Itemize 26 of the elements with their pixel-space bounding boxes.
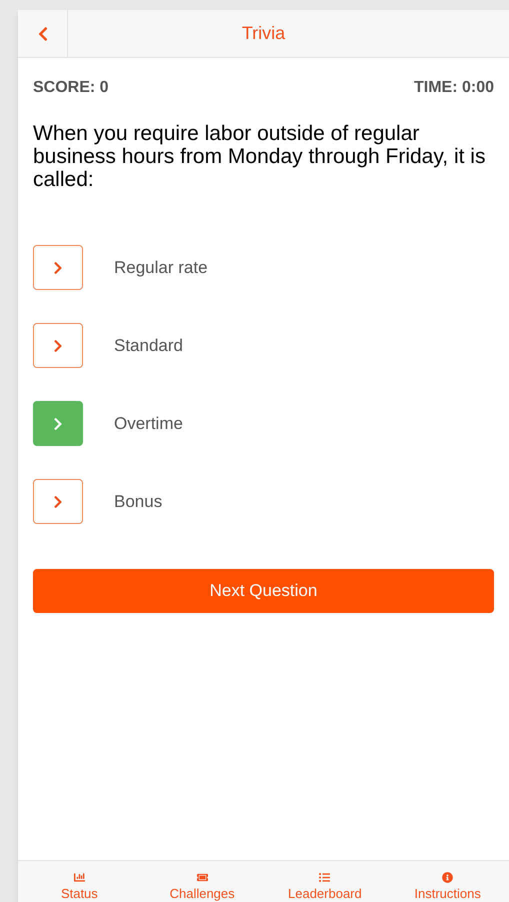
question-text: When you require labor outside of regular business hours from Monday through Friday, it is called: xyxy=(32,121,486,191)
time-label: TIME: 0:00 xyxy=(414,78,494,98)
answer-button[interactable] xyxy=(33,479,83,524)
chevron-icon xyxy=(53,338,63,352)
answer-label: Overtime xyxy=(114,412,183,435)
tab-item[interactable]: Status xyxy=(18,861,141,902)
ticket-icon xyxy=(196,872,208,883)
answer-button[interactable] xyxy=(33,245,83,290)
answer-label: Bonus xyxy=(114,490,162,513)
tab-item[interactable]: Leaderboard xyxy=(264,861,386,902)
answer-label: Regular rate xyxy=(114,256,208,279)
score-label: SCORE: 0 xyxy=(33,78,109,98)
bar-chart-icon xyxy=(74,872,85,883)
tab-item[interactable]: Challenges xyxy=(140,861,264,902)
answer-button[interactable] xyxy=(33,323,83,368)
chevron-icon xyxy=(53,494,63,508)
tab-item[interactable]: Instructions xyxy=(386,861,509,902)
info-icon xyxy=(442,872,454,883)
chevron-icon xyxy=(53,260,63,274)
chevron-icon xyxy=(53,416,63,430)
answer-button[interactable] xyxy=(33,401,83,446)
back-icon xyxy=(36,26,48,42)
next-question-button[interactable]: Next Question xyxy=(33,569,494,613)
list-icon xyxy=(319,872,330,883)
answer-label: Standard xyxy=(114,334,183,357)
header-title: Trivia xyxy=(242,22,286,45)
